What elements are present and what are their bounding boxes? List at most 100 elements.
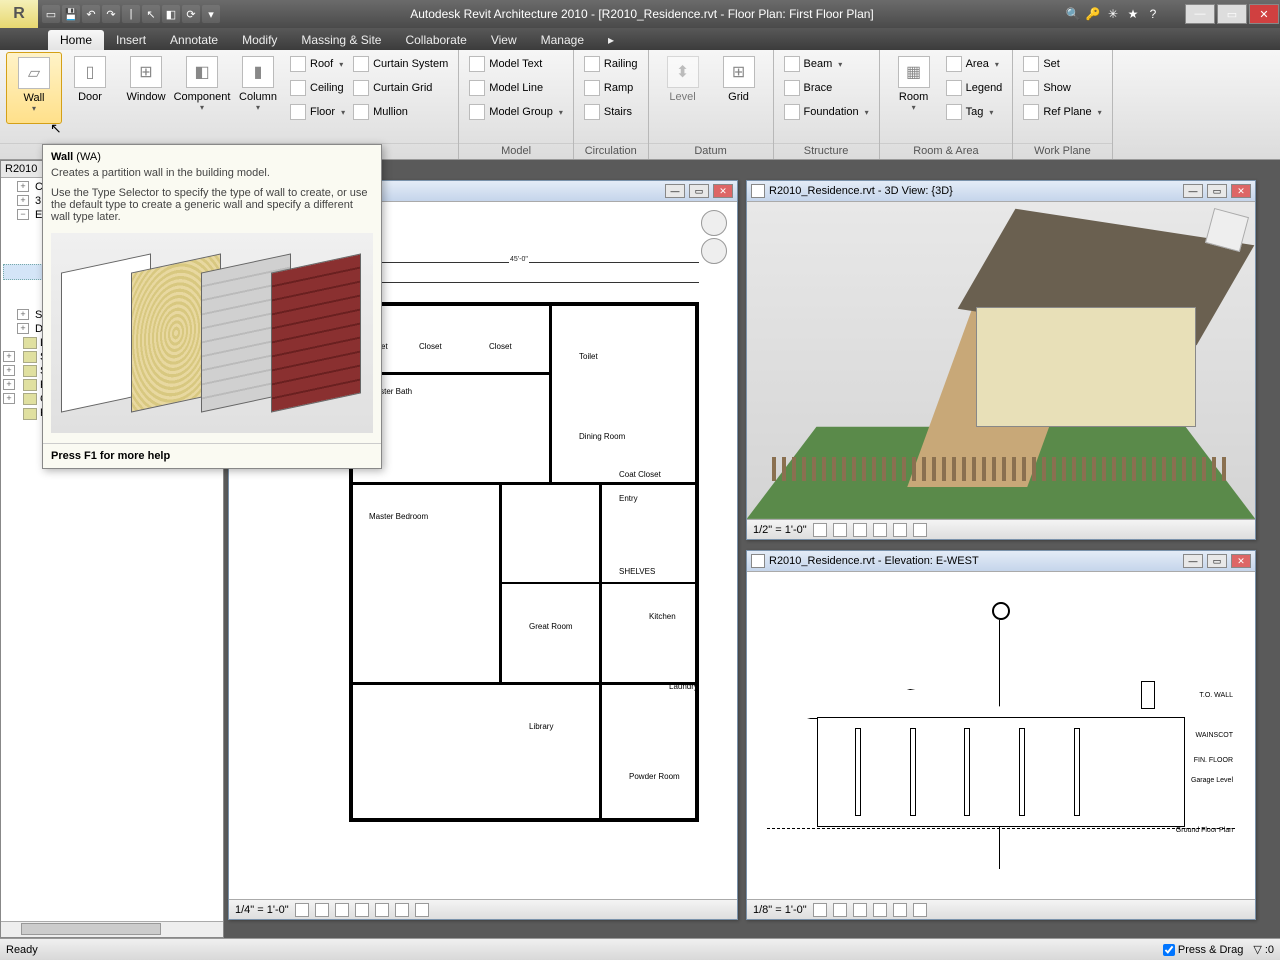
ceiling-button[interactable]: Ceiling [286,76,349,100]
vc-icon[interactable] [833,903,847,917]
expand-icon[interactable]: + [17,181,29,192]
tab-collaborate[interactable]: Collaborate [393,30,478,50]
tag-button[interactable]: Tag [942,100,1007,124]
qat-open-icon[interactable]: ▭ [42,5,60,23]
beam-button[interactable]: Beam [780,52,873,76]
floor-button[interactable]: Floor [286,100,349,124]
3d-titlebar[interactable]: R2010_Residence.rvt - 3D View: {3D} — ▭ … [747,181,1255,201]
model-group-button[interactable]: Model Group [465,100,567,124]
browser-hscroll[interactable] [1,921,223,937]
expand-icon[interactable]: + [17,309,29,320]
vc-icon[interactable] [335,903,349,917]
elevation-canvas[interactable]: T.O. WALL WAINSCOT FIN. FLOOR Garage Lev… [747,571,1255,899]
search-icon[interactable]: 🔍 [1064,5,1082,23]
vc-icon[interactable] [813,523,827,537]
vc-icon[interactable] [913,523,927,537]
vc-icon[interactable] [893,903,907,917]
door-button[interactable]: ▯Door [62,52,118,124]
filter-status[interactable]: ▽:0 [1253,943,1274,956]
group-label-room-area[interactable]: Room & Area [880,143,1013,159]
vc-icon[interactable] [893,523,907,537]
window-elevation[interactable]: R2010_Residence.rvt - Elevation: E-WEST … [746,550,1256,920]
vc-icon[interactable] [813,903,827,917]
vc-icon[interactable] [873,523,887,537]
scale-label[interactable]: 1/4" = 1'-0" [235,904,289,916]
refplane-button[interactable]: Ref Plane [1019,100,1105,124]
window-button[interactable]: ⊞Window [118,52,174,124]
railing-button[interactable]: Railing [580,52,642,76]
vc-icon[interactable] [853,523,867,537]
roof-button[interactable]: Roof [286,52,349,76]
min-button[interactable]: — [1183,184,1203,198]
room-button[interactable]: ▦Room▾ [886,52,942,124]
area-button[interactable]: Area [942,52,1007,76]
tab-insert[interactable]: Insert [104,30,158,50]
close-button[interactable]: ✕ [713,184,733,198]
help-icon[interactable]: ? [1144,5,1162,23]
min-button[interactable]: — [1183,554,1203,568]
close-button[interactable]: ✕ [1231,554,1251,568]
wall-button[interactable]: ▱ Wall ▾ [6,52,62,124]
expand-icon[interactable]: + [3,351,15,362]
curtain-system-button[interactable]: Curtain System [349,52,452,76]
scale-label[interactable]: 1/8" = 1'-0" [753,904,807,916]
foundation-button[interactable]: Foundation [780,100,873,124]
window-3d-view[interactable]: R2010_Residence.rvt - 3D View: {3D} — ▭ … [746,180,1256,540]
vc-icon[interactable] [315,903,329,917]
qat-sync-icon[interactable]: ⟳ [182,5,200,23]
vc-icon[interactable] [355,903,369,917]
close-button[interactable]: ✕ [1231,184,1251,198]
press-drag-input[interactable] [1163,944,1175,956]
vc-icon[interactable] [913,903,927,917]
qat-undo-icon[interactable]: ↶ [82,5,100,23]
vc-icon[interactable] [833,523,847,537]
model-line-button[interactable]: Model Line [465,76,567,100]
minimize-button[interactable]: — [1185,4,1215,24]
app-menu-button[interactable]: R [0,0,38,28]
qat-save-icon[interactable]: 💾 [62,5,80,23]
press-drag-checkbox[interactable]: Press & Drag [1163,944,1243,956]
stairs-button[interactable]: Stairs [580,100,642,124]
scroll-thumb[interactable] [21,923,161,935]
brace-button[interactable]: Brace [780,76,873,100]
column-button[interactable]: ▮Column▾ [230,52,286,124]
expand-icon[interactable]: + [17,195,29,206]
star-icon[interactable]: ★ [1124,5,1142,23]
tab-home[interactable]: Home [48,30,104,50]
vc-icon[interactable] [395,903,409,917]
tab-view[interactable]: View [479,30,529,50]
mullion-button[interactable]: Mullion [349,100,452,124]
expand-icon[interactable]: + [3,379,15,390]
comm-icon[interactable]: ✳ [1104,5,1122,23]
component-button[interactable]: ◧Component▾ [174,52,230,124]
vc-icon[interactable] [295,903,309,917]
close-button[interactable]: ✕ [1249,4,1279,24]
expand-icon[interactable]: + [3,365,15,376]
vc-icon[interactable] [853,903,867,917]
tab-massing[interactable]: Massing & Site [289,30,393,50]
group-label-structure[interactable]: Structure [774,143,879,159]
qat-redo-icon[interactable]: ↷ [102,5,120,23]
curtain-grid-button[interactable]: Curtain Grid [349,76,452,100]
min-button[interactable]: — [665,184,685,198]
vc-icon[interactable] [375,903,389,917]
max-button[interactable]: ▭ [689,184,709,198]
expand-icon[interactable]: + [17,323,29,334]
scale-label[interactable]: 1/2" = 1'-0" [753,524,807,536]
ramp-button[interactable]: Ramp [580,76,642,100]
3d-canvas[interactable] [747,201,1255,519]
legend-button[interactable]: Legend [942,76,1007,100]
vc-icon[interactable] [873,903,887,917]
key-icon[interactable]: 🔑 [1084,5,1102,23]
vc-icon[interactable] [415,903,429,917]
tab-modify[interactable]: Modify [230,30,289,50]
qat-3d-icon[interactable]: ◧ [162,5,180,23]
max-button[interactable]: ▭ [1207,184,1227,198]
maximize-button[interactable]: ▭ [1217,4,1247,24]
tab-expander-icon[interactable]: ▸ [596,30,626,50]
qat-dropdown-icon[interactable]: ▾ [202,5,220,23]
model-text-button[interactable]: Model Text [465,52,567,76]
elevation-titlebar[interactable]: R2010_Residence.rvt - Elevation: E-WEST … [747,551,1255,571]
qat-modify-icon[interactable]: ↖ [142,5,160,23]
tab-manage[interactable]: Manage [529,30,596,50]
